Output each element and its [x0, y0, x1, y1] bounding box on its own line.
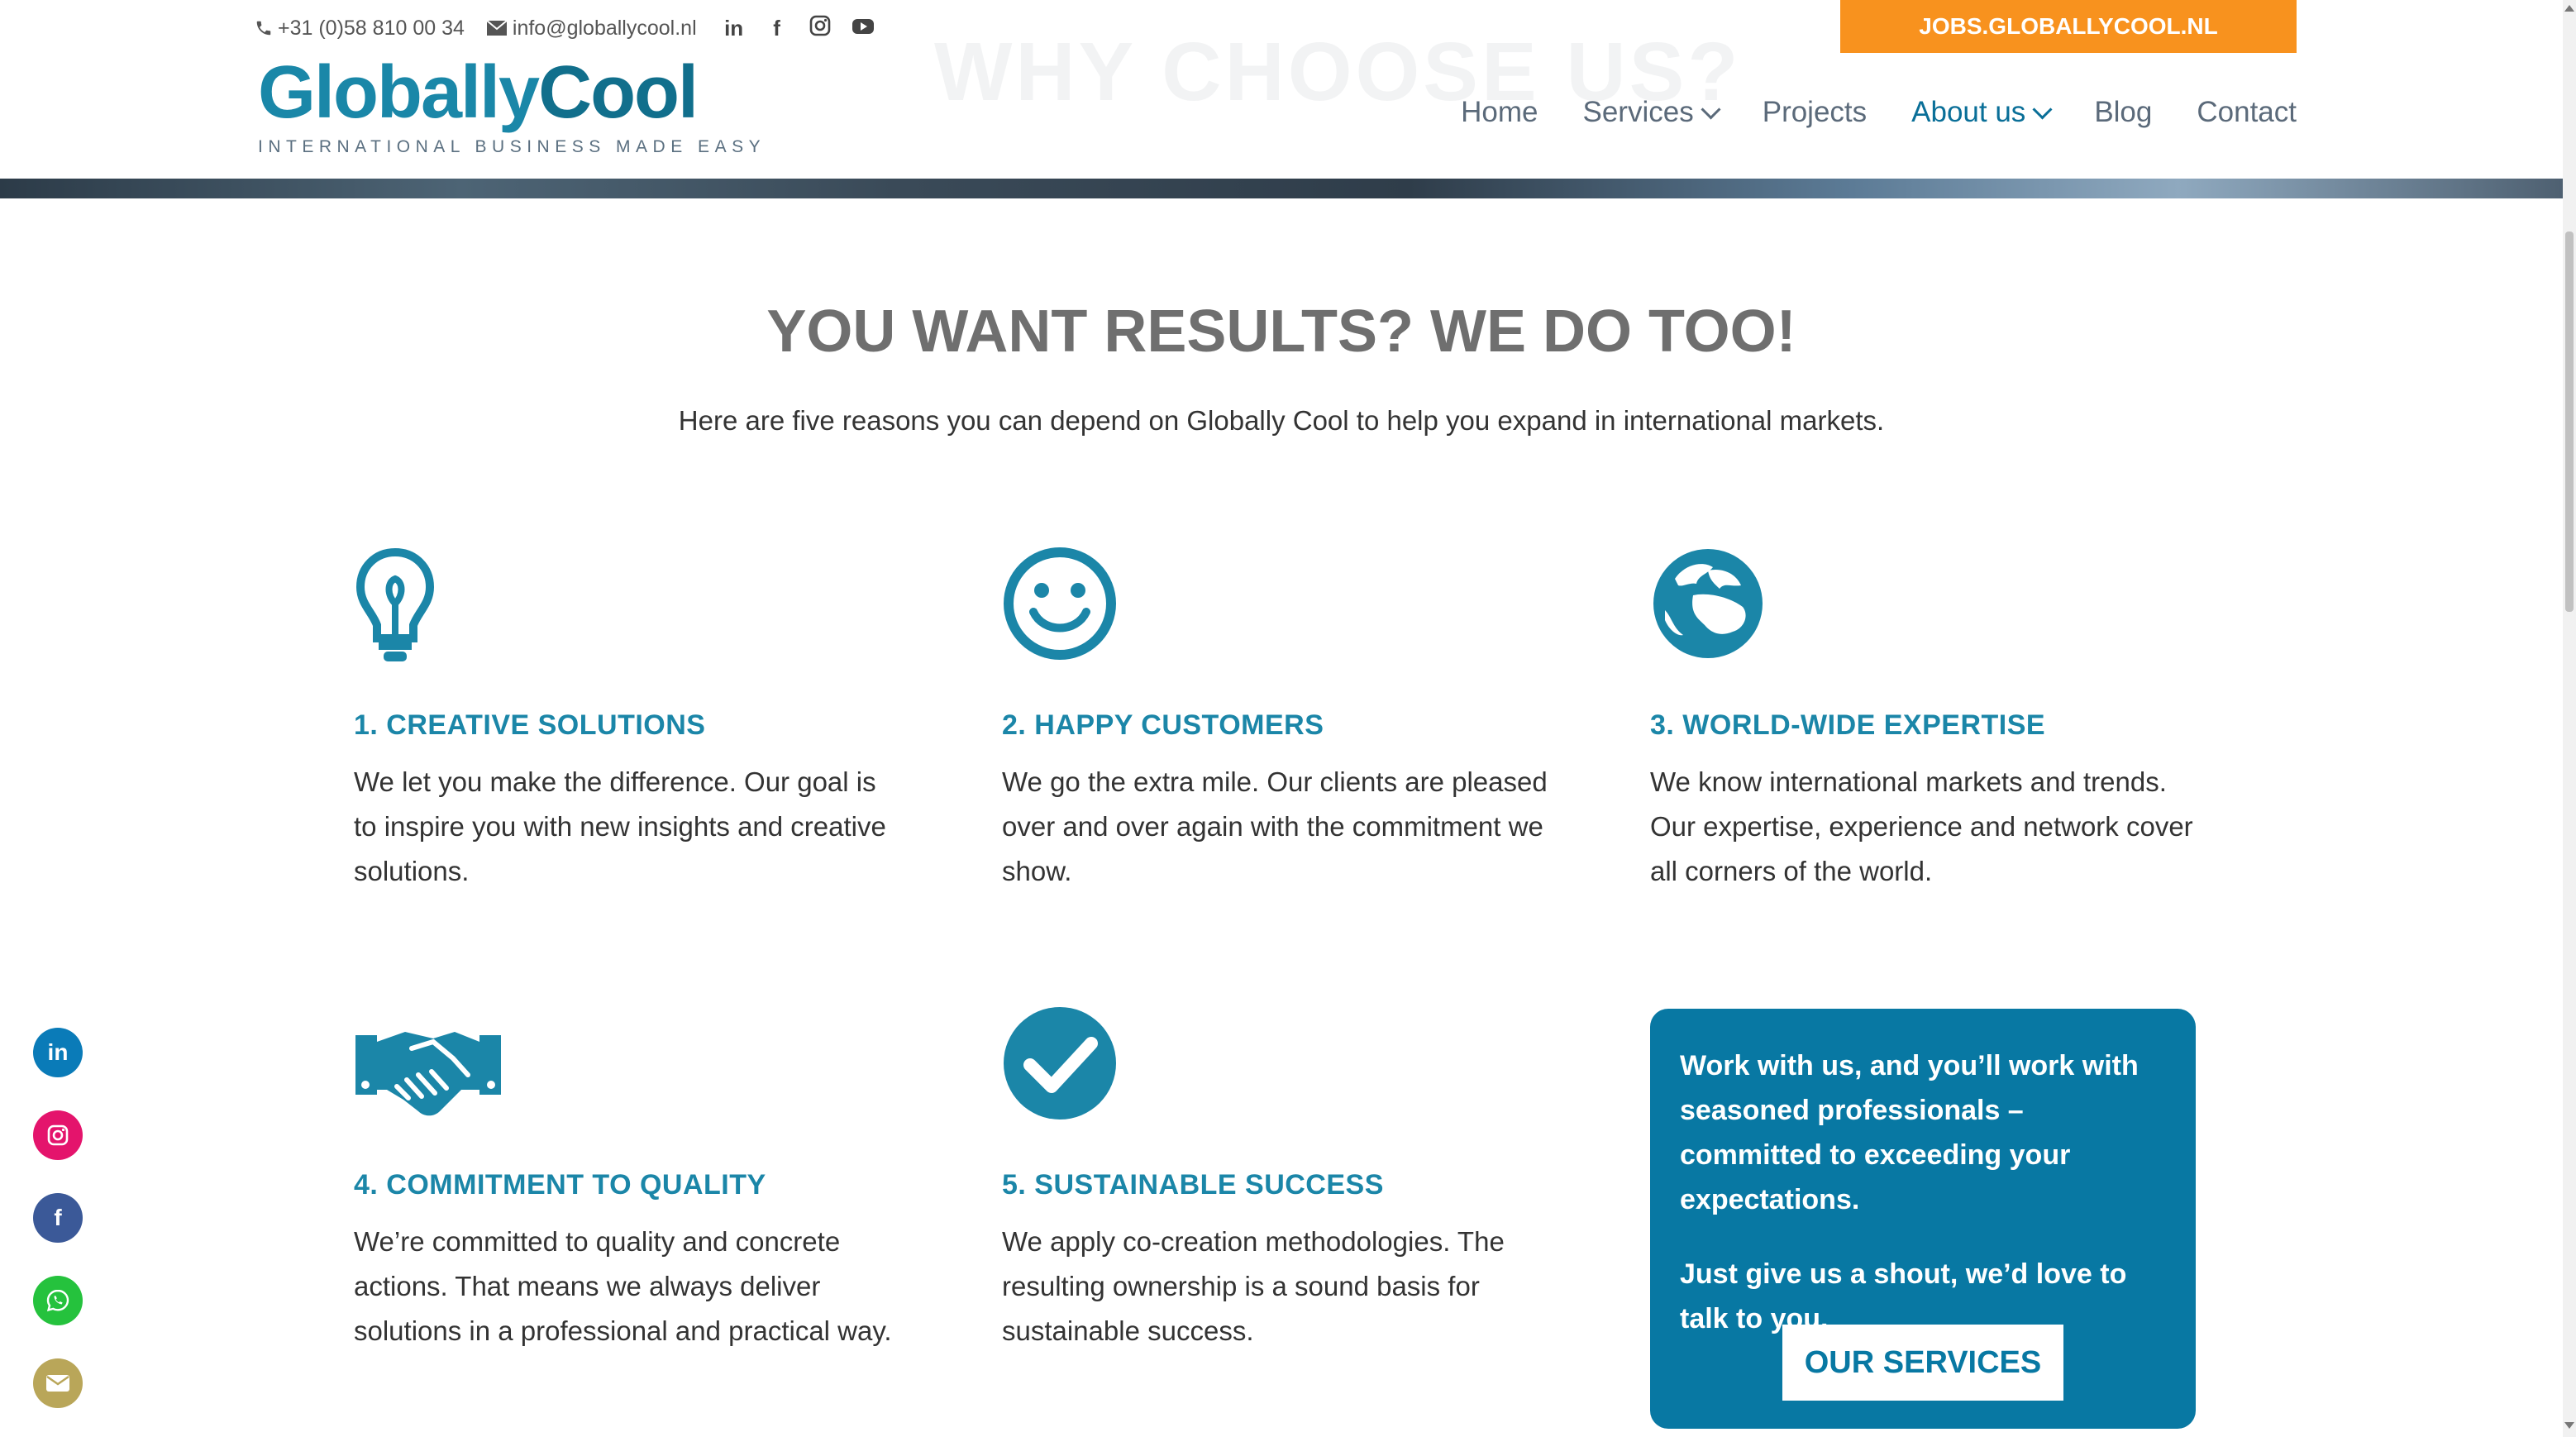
nav-label: About us	[1911, 96, 2026, 128]
share-linkedin-button[interactable]: in	[33, 1028, 83, 1077]
email-link[interactable]: info@globallycool.nl	[486, 17, 697, 41]
feature-commitment-to-quality: 4. COMMITMENT TO QUALITY We’re committed…	[354, 1005, 899, 1353]
nav-blog[interactable]: Blog	[2094, 96, 2152, 129]
phone-link[interactable]: +31 (0)58 810 00 34	[255, 17, 465, 41]
nav-projects[interactable]: Projects	[1763, 96, 1867, 129]
feature-title: 2. HAPPY CUSTOMERS	[1002, 709, 1324, 741]
feature-text: We’re committed to quality and concrete …	[354, 1226, 892, 1346]
chevron-down-icon	[2032, 98, 2053, 120]
phone-icon	[256, 21, 271, 36]
nav-label: Contact	[2197, 96, 2297, 128]
feature-text: We apply co-creation methodologies. The …	[1002, 1226, 1505, 1346]
section-intro: Here are five reasons you can depend on …	[678, 405, 1885, 436]
nav-contact[interactable]: Contact	[2197, 96, 2297, 129]
feature-world-wide-expertise: 3. WORLD-WIDE EXPERTISE We know internat…	[1650, 546, 2196, 894]
contact-topbar: +31 (0)58 810 00 34 info@globallycool.nl…	[255, 12, 879, 45]
nav-label: Projects	[1762, 96, 1868, 128]
feature-sustainable-success: 5. SUSTAINABLE SUCCESS We apply co-creat…	[1002, 1005, 1548, 1353]
scroll-down-arrow[interactable]	[2564, 1422, 2574, 1429]
logo-text-globally: Globally	[258, 51, 540, 134]
envelope-icon	[486, 20, 508, 36]
instagram-icon[interactable]	[804, 15, 836, 42]
linkedin-icon[interactable]: in	[718, 16, 750, 41]
checkmark-icon	[1004, 1007, 1116, 1120]
share-facebook-button[interactable]: f	[33, 1193, 83, 1243]
globe-icon	[1653, 549, 1763, 658]
feature-title: 1. CREATIVE SOLUTIONS	[354, 709, 706, 741]
jobs-button[interactable]: JOBS.GLOBALLYCOOL.NL	[1840, 0, 2297, 53]
facebook-icon[interactable]: f	[761, 16, 793, 41]
lightbulb-icon	[355, 547, 435, 661]
site-header: WHY CHOOSE US? +31 (0)58 810 00 34 info@…	[0, 0, 2563, 179]
our-services-button[interactable]: OUR SERVICES	[1782, 1325, 2063, 1401]
scrollbar-thumb[interactable]	[2565, 232, 2574, 612]
section-heading: YOU WANT RESULTS? WE DO TOO!	[766, 298, 1796, 365]
facebook-icon: f	[54, 1205, 62, 1230]
share-email-button[interactable]	[33, 1358, 83, 1408]
hero-image-strip	[0, 179, 2563, 198]
cta-text-1: Work with us, and you’ll work with seaso…	[1680, 1050, 2139, 1215]
smiley-icon	[1004, 547, 1116, 660]
feature-text: We go the extra mile. Our clients are pl…	[1002, 766, 1548, 886]
main-nav: Home Services Projects About us Blog Con…	[1461, 96, 2297, 129]
feature-title: 5. SUSTAINABLE SUCCESS	[1002, 1169, 1384, 1201]
feature-text: We know international markets and trends…	[1650, 766, 2193, 886]
share-instagram-button[interactable]	[33, 1110, 83, 1160]
globallycool-logo[interactable]: GloballyCool INTERNATIONAL BUSINESS MADE…	[258, 53, 766, 157]
nav-about-us[interactable]: About us	[1911, 96, 2053, 129]
feature-text: We let you make the difference. Our goal…	[354, 766, 886, 886]
chevron-down-icon	[1701, 98, 1721, 120]
feature-creative-solutions: 1. CREATIVE SOLUTIONS We let you make th…	[354, 546, 899, 894]
feature-title: 4. COMMITMENT TO QUALITY	[354, 1169, 766, 1201]
instagram-icon	[47, 1124, 69, 1146]
nav-label: Services	[1582, 96, 1694, 128]
logo-tagline: INTERNATIONAL BUSINESS MADE EASY	[258, 137, 766, 156]
phone-number: +31 (0)58 810 00 34	[278, 16, 465, 40]
scroll-up-arrow[interactable]	[2564, 5, 2574, 12]
linkedin-icon: in	[47, 1039, 69, 1065]
nav-services[interactable]: Services	[1582, 96, 1721, 129]
nav-label: Home	[1461, 96, 1538, 128]
email-address: info@globallycool.nl	[512, 16, 697, 40]
whatsapp-icon	[46, 1289, 69, 1312]
cta-box: Work with us, and you’ll work with seaso…	[1650, 1009, 2196, 1429]
feature-title: 3. WORLD-WIDE EXPERTISE	[1650, 709, 2046, 741]
youtube-icon[interactable]	[847, 16, 879, 41]
handshake-icon	[355, 1032, 501, 1116]
feature-happy-customers: 2. HAPPY CUSTOMERS We go the extra mile.…	[1002, 546, 1548, 894]
nav-home[interactable]: Home	[1461, 96, 1538, 129]
page-scrollbar[interactable]	[2563, 0, 2576, 1437]
email-icon	[46, 1375, 69, 1392]
share-whatsapp-button[interactable]	[33, 1276, 83, 1325]
nav-label: Blog	[2094, 96, 2153, 128]
logo-text-cool: Cool	[538, 51, 699, 134]
